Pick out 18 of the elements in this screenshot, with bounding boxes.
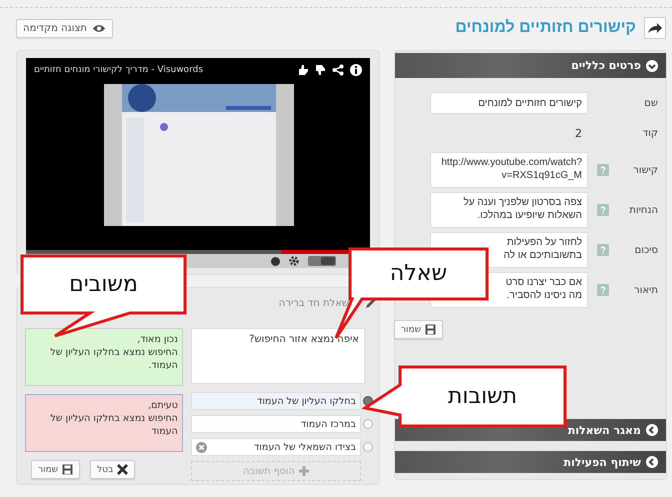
field-label: קוד [642, 128, 658, 138]
page-title: קישורים חזותיים למונחים [455, 19, 636, 37]
answer-text: בצידו השמאלי של העמוד [254, 442, 356, 452]
field-label: תיאור [633, 284, 658, 296]
code-value: 2 [574, 126, 583, 140]
answer-text: בחלקו העליון של העמוד [257, 396, 356, 406]
field-label: סיכום [634, 244, 658, 256]
callout-label: תשובות [448, 384, 518, 410]
field-label: שם [643, 98, 658, 108]
section-title: פרטים כלליים [571, 59, 641, 72]
section-title: שיתוף הפעילות [564, 456, 641, 468]
video-title: Visuwords - מדריך לקישורי מונחים חזותיים [34, 65, 204, 75]
field-label: קישור [632, 164, 658, 176]
callout-label: משובים [69, 272, 138, 298]
field-label: הנחיות [628, 204, 658, 216]
answer-text: במרכז העמוד [300, 418, 356, 430]
question-type-label: שאלת חד ברירה [278, 298, 349, 308]
section-title: מאגר השאלות [568, 424, 641, 436]
